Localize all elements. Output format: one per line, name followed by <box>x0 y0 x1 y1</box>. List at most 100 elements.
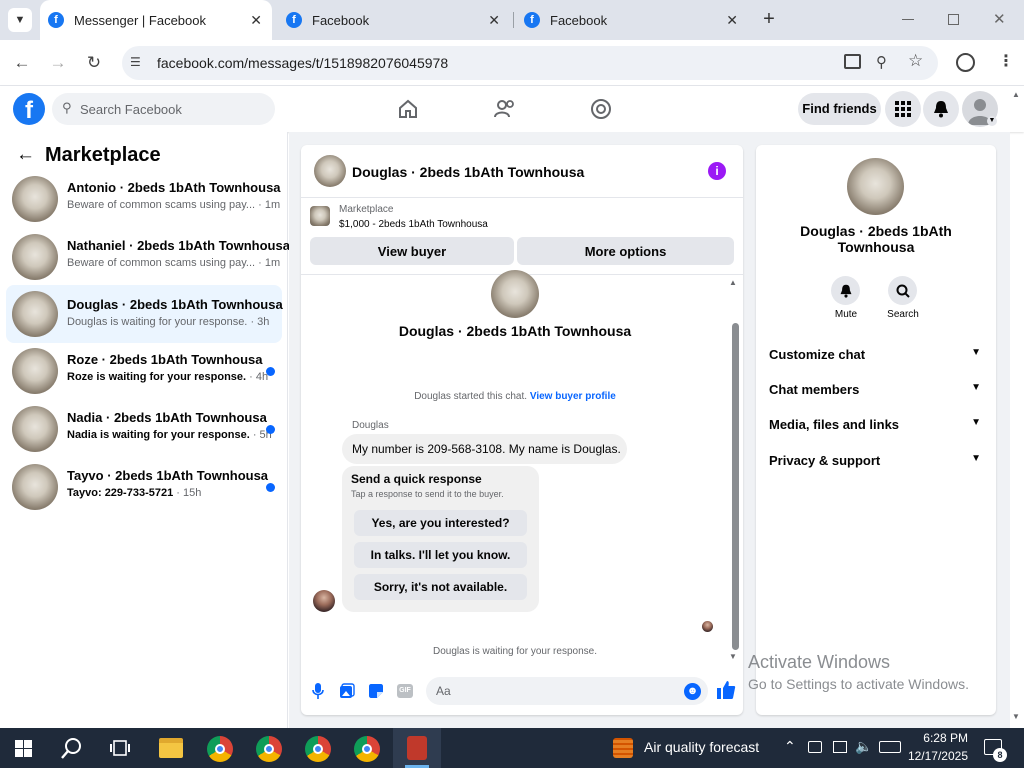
notifications-bell-icon[interactable] <box>923 91 959 127</box>
search-icon[interactable] <box>61 737 83 759</box>
show-hidden-icons-chevron[interactable]: ⌃ <box>784 738 796 755</box>
gif-icon[interactable]: GIF <box>397 684 413 698</box>
chat-members-row[interactable]: Chat members ▼ <box>769 382 985 402</box>
emoji-icon[interactable]: ☻ <box>684 683 701 700</box>
view-buyer-profile-link[interactable]: View buyer profile <box>530 391 616 402</box>
restore-window-icon[interactable] <box>948 14 959 25</box>
conversation-item-selected[interactable]: Douglas · 2beds 1bAth Townhousa Douglas … <box>6 285 283 343</box>
task-view-icon[interactable] <box>110 739 130 757</box>
info-icon[interactable]: i <box>708 162 726 180</box>
quick-reply-in-talks[interactable]: In talks. I'll let you know. <box>354 542 527 568</box>
conversation-preview: Douglas is waiting for your response. · … <box>67 316 270 328</box>
privacy-support-row[interactable]: Privacy & support ▼ <box>769 453 985 473</box>
search-chat-button[interactable] <box>888 276 917 305</box>
friends-icon[interactable] <box>494 98 516 120</box>
active-app-highlight[interactable] <box>393 728 441 768</box>
site-settings-icon[interactable]: ☰ <box>130 55 146 71</box>
header-divider <box>301 197 743 198</box>
sticker-icon[interactable] <box>368 683 384 699</box>
seen-avatar <box>702 621 713 632</box>
zoom-icon[interactable]: ⚲ <box>876 53 887 71</box>
minimize-window-icon[interactable] <box>902 19 914 20</box>
details-avatar[interactable] <box>847 158 904 215</box>
profile-icon[interactable] <box>956 53 975 72</box>
volume-icon[interactable]: 🔈 <box>855 738 872 755</box>
message-bubble[interactable]: My number is 209-568-3108. My name is Do… <box>342 434 627 464</box>
tab-list-dropdown[interactable]: ▼ <box>8 8 32 32</box>
sender-avatar[interactable] <box>313 590 335 612</box>
tab-facebook-1[interactable]: f Facebook ✕ <box>278 0 510 40</box>
bell-icon <box>840 284 851 298</box>
browser-menu-icon[interactable]: ⋮ <box>998 51 1014 71</box>
url-text[interactable]: facebook.com/messages/t/1518982076045978 <box>157 55 448 71</box>
url-bar[interactable]: ☰ facebook.com/messages/t/15189820760459… <box>122 46 938 80</box>
home-icon[interactable] <box>398 99 418 119</box>
scroll-up-arrow-icon[interactable]: ▲ <box>729 278 737 287</box>
close-tab-icon[interactable]: ✕ <box>726 12 738 29</box>
conversation-item[interactable]: Nadia · 2beds 1bAth Townhousa Nadia is w… <box>6 402 282 456</box>
clock-date[interactable]: 12/17/2025 <box>906 749 968 763</box>
profile-avatar[interactable] <box>491 270 539 318</box>
chrome-icon[interactable] <box>305 736 331 762</box>
tab-messenger[interactable]: f Messenger | Facebook ✕ <box>40 0 272 40</box>
page-scroll-down-icon[interactable]: ▼ <box>1012 712 1020 721</box>
listing-detail[interactable]: $1,000 - 2beds 1bAth Townhousa <box>339 219 488 230</box>
thumbs-up-icon[interactable] <box>716 680 736 700</box>
more-options-button[interactable]: More options <box>517 237 734 265</box>
conversation-item[interactable]: Roze · 2beds 1bAth Townhousa Roze is wai… <box>6 344 282 398</box>
view-buyer-button[interactable]: View buyer <box>310 237 514 265</box>
reload-icon[interactable]: ↻ <box>83 52 105 74</box>
tab-title: Facebook <box>312 12 370 28</box>
network-icon[interactable] <box>833 741 847 753</box>
clock-time[interactable]: 6:28 PM <box>914 731 968 745</box>
close-tab-icon[interactable]: ✕ <box>488 12 500 29</box>
browser-tab-bar: ▼ f Messenger | Facebook ✕ f Facebook ✕ … <box>0 0 1024 40</box>
search-input[interactable]: ⚲ Search Facebook <box>52 93 275 125</box>
scrollbar-thumb[interactable] <box>732 323 739 650</box>
message-input[interactable]: Aa ☻ <box>426 677 708 705</box>
quick-reply-not-available[interactable]: Sorry, it's not available. <box>354 574 527 600</box>
mute-button[interactable] <box>831 276 860 305</box>
conversation-preview: Beware of common scams using pay... · 1m <box>67 257 281 269</box>
back-arrow-icon[interactable]: ← <box>16 144 35 166</box>
weather-label[interactable]: Air quality forecast <box>644 739 759 755</box>
listing-source: Marketplace <box>339 204 394 215</box>
close-window-icon[interactable]: ✕ <box>993 10 1006 28</box>
close-tab-icon[interactable]: ✕ <box>250 12 262 29</box>
microphone-icon[interactable] <box>312 683 324 699</box>
account-chevron-icon[interactable]: ▼ <box>987 116 997 126</box>
customize-chat-row[interactable]: Customize chat ▼ <box>769 347 985 367</box>
tab-facebook-2[interactable]: f Facebook ✕ <box>516 0 748 40</box>
photo-icon[interactable] <box>339 683 355 699</box>
weather-icon[interactable] <box>613 738 633 758</box>
facebook-logo-icon[interactable]: f <box>13 93 45 125</box>
new-tab-button[interactable]: + <box>758 8 780 30</box>
listing-thumbnail <box>12 406 58 452</box>
chat-header-avatar[interactable] <box>314 155 346 187</box>
gaming-icon[interactable] <box>590 98 612 120</box>
forward-arrow-icon[interactable]: → <box>47 52 69 74</box>
back-arrow-icon[interactable]: ← <box>11 52 33 74</box>
scroll-down-arrow-icon[interactable]: ▼ <box>729 652 737 661</box>
bookmark-star-icon[interactable]: ☆ <box>908 51 923 71</box>
chrome-icon[interactable] <box>256 736 282 762</box>
file-explorer-icon[interactable] <box>159 738 183 758</box>
windows-start-icon[interactable] <box>15 740 32 757</box>
chrome-icon[interactable] <box>354 736 380 762</box>
keyboard-icon[interactable] <box>879 741 901 753</box>
search-label: Search <box>887 309 919 320</box>
media-files-links-row[interactable]: Media, files and links ▼ <box>769 417 985 437</box>
quick-reply-interested[interactable]: Yes, are you interested? <box>354 510 527 536</box>
conversation-item[interactable]: Antonio · 2beds 1bAth Townhousa Beware o… <box>6 172 282 226</box>
meet-now-icon[interactable] <box>808 741 822 753</box>
chat-header-title[interactable]: Douglas · 2beds 1bAth Townhousa <box>352 164 584 180</box>
conversation-item[interactable]: Nathaniel · 2beds 1bAth Townhousa Beware… <box>6 230 290 284</box>
chrome-icon[interactable] <box>207 736 233 762</box>
message-input-placeholder: Aa <box>436 684 451 698</box>
find-friends-button[interactable]: Find friends <box>798 93 881 125</box>
listing-thumbnail <box>12 176 58 222</box>
page-scroll-up-icon[interactable]: ▲ <box>1012 90 1020 99</box>
menu-grid-icon[interactable] <box>885 91 921 127</box>
install-app-icon[interactable] <box>844 54 861 69</box>
conversation-item[interactable]: Tayvo · 2beds 1bAth Townhousa Tayvo: 229… <box>6 460 282 514</box>
